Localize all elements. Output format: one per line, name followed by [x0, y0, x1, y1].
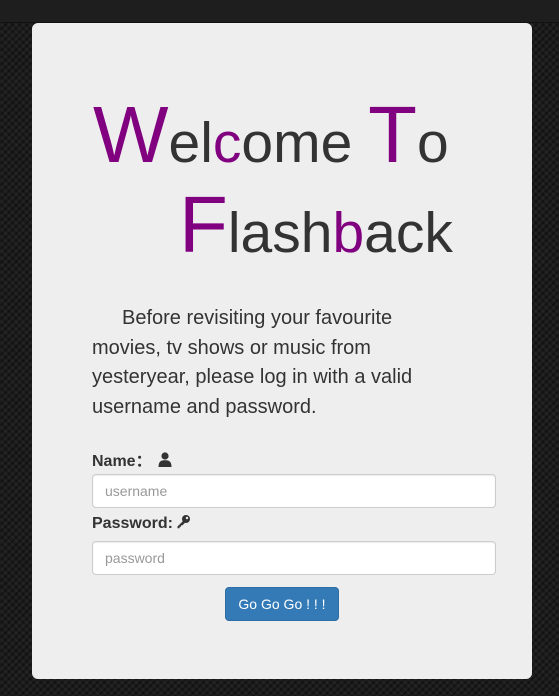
intro-text: Before revisiting your favourite movies,… [92, 307, 413, 418]
heading-text-el: el [168, 111, 213, 175]
heading-letter-w: W [93, 90, 169, 179]
heading-text-ack: ack [364, 201, 453, 265]
heading-text-o: o [417, 111, 449, 175]
password-label: Password: [92, 514, 191, 534]
heading-text-lash: lash [227, 201, 333, 265]
login-card: Welcome To Flashback Before revisiting y… [32, 23, 532, 679]
heading-letter-c: c [212, 111, 242, 175]
username-input[interactable] [92, 474, 496, 508]
name-label-text: Name： [92, 453, 152, 470]
heading-letter-b: b [332, 201, 365, 265]
key-icon [176, 514, 191, 534]
heading-letter-f: F [179, 180, 228, 269]
submit-button[interactable]: Go Go Go ! ! ! [225, 587, 339, 621]
heading-text-ome: ome [241, 111, 369, 175]
heading-letter-t: T [368, 90, 417, 179]
name-label: Name： [92, 447, 172, 472]
password-input[interactable] [92, 541, 496, 575]
welcome-line-2: Flashback [179, 185, 453, 265]
password-label-text: Password: [92, 515, 173, 533]
top-bar [0, 0, 559, 23]
welcome-line-1: Welcome To [93, 95, 449, 175]
user-icon [158, 452, 172, 472]
